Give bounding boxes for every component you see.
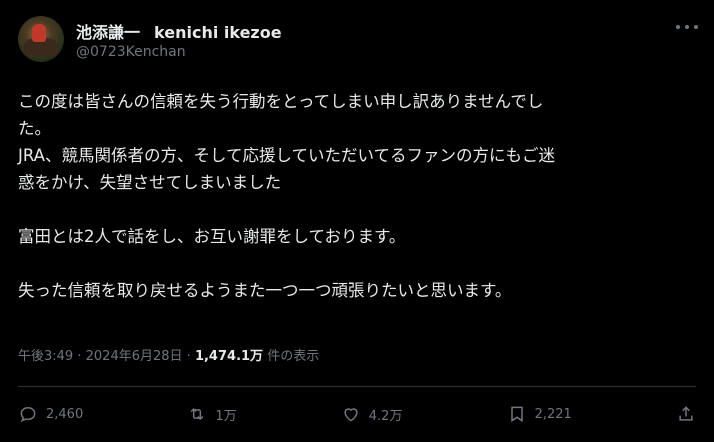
avatar-rider (32, 24, 46, 42)
tweet-meta: 午後3:49 · 2024年6月28日 · 1,474.1万 件の表示 (18, 345, 319, 364)
like-count: 4.2万 (368, 408, 403, 424)
tweet-line: た。 (18, 119, 51, 138)
reply-count: 2,460 (46, 406, 84, 422)
retweet-count: 1万 (215, 408, 237, 424)
action-bar: 2,460 1万 4.2万 2,221 (18, 402, 696, 426)
avatar[interactable] (18, 16, 64, 62)
meta-separator: · (77, 349, 82, 364)
author-name-roman[interactable]: kenichi ikezoe (154, 23, 282, 42)
views-label: 件の表示 (267, 349, 320, 364)
tweet-line: この度は皆さんの信頼を失う行動をとってしまい申し訳ありませんでし (18, 92, 544, 111)
tweet-line: 失った信頼を取り戻せるようまた一つ一つ頑張りたいと思います。 (18, 281, 512, 300)
more-dot (676, 25, 680, 29)
author-handle[interactable]: @0723Kenchan (76, 44, 186, 60)
bookmark-count: 2,221 (534, 406, 572, 422)
tweet-line: 惑をかけ、失望させてしまいました (18, 173, 282, 192)
author-name-row: 池添謙一 kenichi ikezoe (76, 19, 282, 43)
more-dots-icon[interactable] (676, 22, 698, 32)
reply-button[interactable]: 2,460 (18, 404, 83, 424)
like-button[interactable]: 4.2万 (341, 404, 403, 424)
more-dot (694, 25, 698, 29)
tweet-date[interactable]: 2024年6月28日 (86, 349, 183, 364)
tweet-time[interactable]: 午後3:49 (18, 349, 73, 364)
author-display-name[interactable]: 池添謙一 (76, 19, 140, 43)
heart-icon (344, 408, 358, 422)
reply-icon (20, 406, 36, 423)
share-button[interactable] (676, 404, 696, 424)
bookmark-button[interactable]: 2,221 (507, 404, 572, 424)
more-dot (685, 25, 689, 29)
retweet-icon (190, 407, 204, 421)
tweet-line: 富田とは2人で話をし、お互い謝罪をしております。 (18, 227, 406, 246)
bookmark-icon (510, 406, 523, 423)
share-icon (679, 406, 693, 421)
views-count: 1,474.1万 (194, 349, 264, 364)
divider (18, 386, 696, 387)
tweet-line: JRA、競馬関係者の方、そして応援していただいてるファンの方にもご迷 (18, 146, 555, 165)
tweet-text: この度は皆さんの信頼を失う行動をとってしまい申し訳ありませんでし た。 JRA、… (18, 88, 698, 304)
retweet-button[interactable]: 1万 (187, 404, 237, 424)
meta-separator: · (186, 349, 191, 364)
